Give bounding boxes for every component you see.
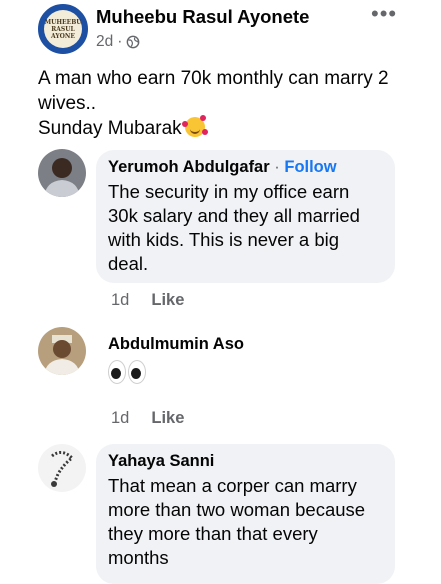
eye-right-icon bbox=[128, 360, 146, 384]
comment-text-line: more than two woman because bbox=[108, 499, 366, 520]
eyes-icon bbox=[108, 360, 260, 384]
post-time[interactable]: 2d bbox=[96, 33, 113, 51]
comment-text-line: months bbox=[108, 547, 169, 568]
post-text-line: Sunday Mubarak bbox=[38, 118, 182, 139]
like-button[interactable]: Like bbox=[151, 409, 184, 428]
comment-actions: 1d Like bbox=[111, 291, 184, 310]
post-author-name[interactable]: Muheebu Rasul Ayonete bbox=[96, 6, 309, 28]
comment-text-line: they more than that every bbox=[108, 523, 318, 544]
post-text-line-last: Sunday Mubarak bbox=[38, 115, 418, 141]
avatar-logo-text-2: RASUL bbox=[51, 25, 75, 33]
post-meta: 2d · bbox=[96, 33, 140, 51]
person-photo-icon bbox=[38, 149, 86, 197]
comment-author-name[interactable]: Yahaya Sanni bbox=[108, 452, 383, 471]
smiling-face-with-hearts-icon bbox=[181, 115, 208, 137]
comment-text-line: 30k salary and they all married bbox=[108, 205, 360, 226]
post-text-line: wives.. bbox=[38, 93, 97, 114]
commenter-avatar[interactable] bbox=[38, 149, 86, 197]
comment-actions: 1d Like bbox=[111, 409, 184, 428]
meta-separator: · bbox=[117, 33, 123, 50]
comment-text: The security in my office earn 30k salar… bbox=[108, 180, 383, 276]
comment-author-name[interactable]: Yerumoh Abdulgafar bbox=[108, 158, 270, 176]
comment-text-line: with kids. This is never a big bbox=[108, 229, 340, 250]
comment-author-name[interactable]: Abdulmumin Aso bbox=[108, 335, 260, 354]
comment-bubble: Yahaya Sanni That mean a corper can marr… bbox=[96, 444, 395, 584]
comment-author-line: Yerumoh Abdulgafar · Follow bbox=[108, 158, 383, 177]
post-author-avatar[interactable]: MUHEEBU RASUL AYONE bbox=[38, 4, 88, 54]
post-text-line: A man who earn 70k monthly can marry 2 bbox=[38, 68, 389, 89]
comment-text-line: That mean a corper can marry bbox=[108, 475, 357, 496]
follow-button[interactable]: Follow bbox=[284, 158, 336, 176]
comment-text-line: deal. bbox=[108, 253, 149, 274]
comment-text: That mean a corper can marry more than t… bbox=[108, 474, 383, 570]
avatar-logo: MUHEEBU RASUL AYONE bbox=[44, 10, 82, 48]
person-photo-icon bbox=[38, 327, 86, 375]
commenter-avatar[interactable] bbox=[38, 327, 86, 375]
comment-bubble: Abdulmumin Aso bbox=[96, 327, 272, 406]
avatar-logo-text-1: MUHEEBU bbox=[44, 18, 82, 26]
avatar-logo-text-3: AYONE bbox=[51, 32, 75, 40]
comment-bubble: Yerumoh Abdulgafar · Follow The security… bbox=[96, 150, 395, 283]
globe-icon bbox=[127, 35, 140, 49]
separator-dot: · bbox=[274, 158, 280, 176]
comment-time[interactable]: 1d bbox=[111, 409, 129, 428]
commenter-avatar[interactable] bbox=[38, 444, 86, 492]
comment-text-line: The security in my office earn bbox=[108, 181, 350, 202]
more-options-button[interactable]: ••• bbox=[371, 3, 397, 25]
eye-left-icon bbox=[108, 360, 126, 384]
like-button[interactable]: Like bbox=[151, 291, 184, 310]
post-body: A man who earn 70k monthly can marry 2 w… bbox=[38, 66, 418, 141]
comment-time[interactable]: 1d bbox=[111, 291, 129, 310]
prayer-beads-icon bbox=[38, 444, 86, 492]
